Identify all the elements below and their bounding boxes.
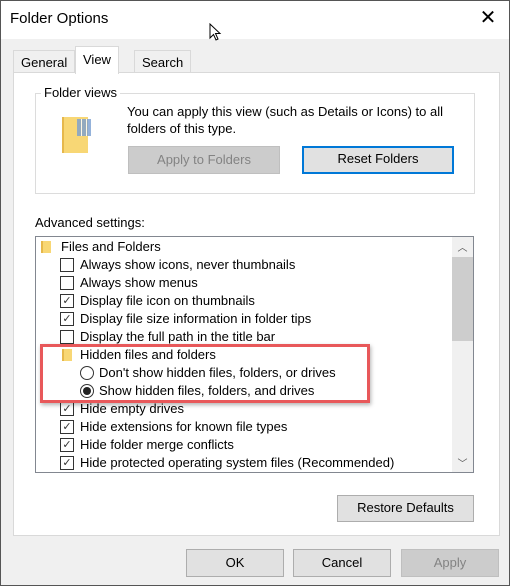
list-item-label: Hide protected operating system files (R… [80,455,395,470]
close-icon[interactable]: ✕ [476,6,500,30]
list-item-label: Files and Folders [61,239,161,254]
restore-defaults-button[interactable]: Restore Defaults [337,495,474,522]
checkbox[interactable] [60,258,74,272]
tab-view[interactable]: View [75,46,119,74]
highlight-box [40,344,370,403]
advanced-settings-label: Advanced settings: [35,215,145,230]
window-title: Folder Options [10,10,109,27]
folder-views-description: You can apply this view (such as Details… [127,104,444,136]
list-item-label: Display file icon on thumbnails [80,293,255,308]
cancel-button[interactable]: Cancel [293,549,391,577]
checkbox[interactable] [60,276,74,290]
list-item-label: Always show menus [80,275,198,290]
checkbox[interactable]: ✓ [60,312,74,326]
folder-views-label: Folder views [41,85,120,100]
ok-button[interactable]: OK [186,549,284,577]
scroll-up-icon[interactable]: ︿ [452,239,473,254]
list-item-label: Display file size information in folder … [80,311,312,326]
list-item-label: Hide folder merge conflicts [80,437,234,452]
checkbox[interactable]: ✓ [60,438,74,452]
checkbox[interactable]: ✓ [60,294,74,308]
checkbox[interactable] [60,330,74,344]
checkbox[interactable]: ✓ [60,420,74,434]
reset-folders-button[interactable]: Reset Folders [302,146,454,174]
checkbox[interactable]: ✓ [60,402,74,416]
tab-general[interactable]: General [13,50,76,73]
list-item-label: Always show icons, never thumbnails [80,257,296,272]
checkbox[interactable]: ✓ [60,456,74,470]
folder-view-icon [62,117,92,153]
tab-search[interactable]: Search [134,50,192,73]
apply-to-folders-button[interactable]: Apply to Folders [128,146,280,174]
apply-button[interactable]: Apply [401,549,499,577]
folder-icon [41,241,51,253]
scrollbar-thumb[interactable] [452,257,473,341]
list-item-label: Hide extensions for known file types [80,419,288,434]
mouse-cursor-icon [209,23,222,41]
scroll-down-icon[interactable]: ﹀ [452,455,473,470]
